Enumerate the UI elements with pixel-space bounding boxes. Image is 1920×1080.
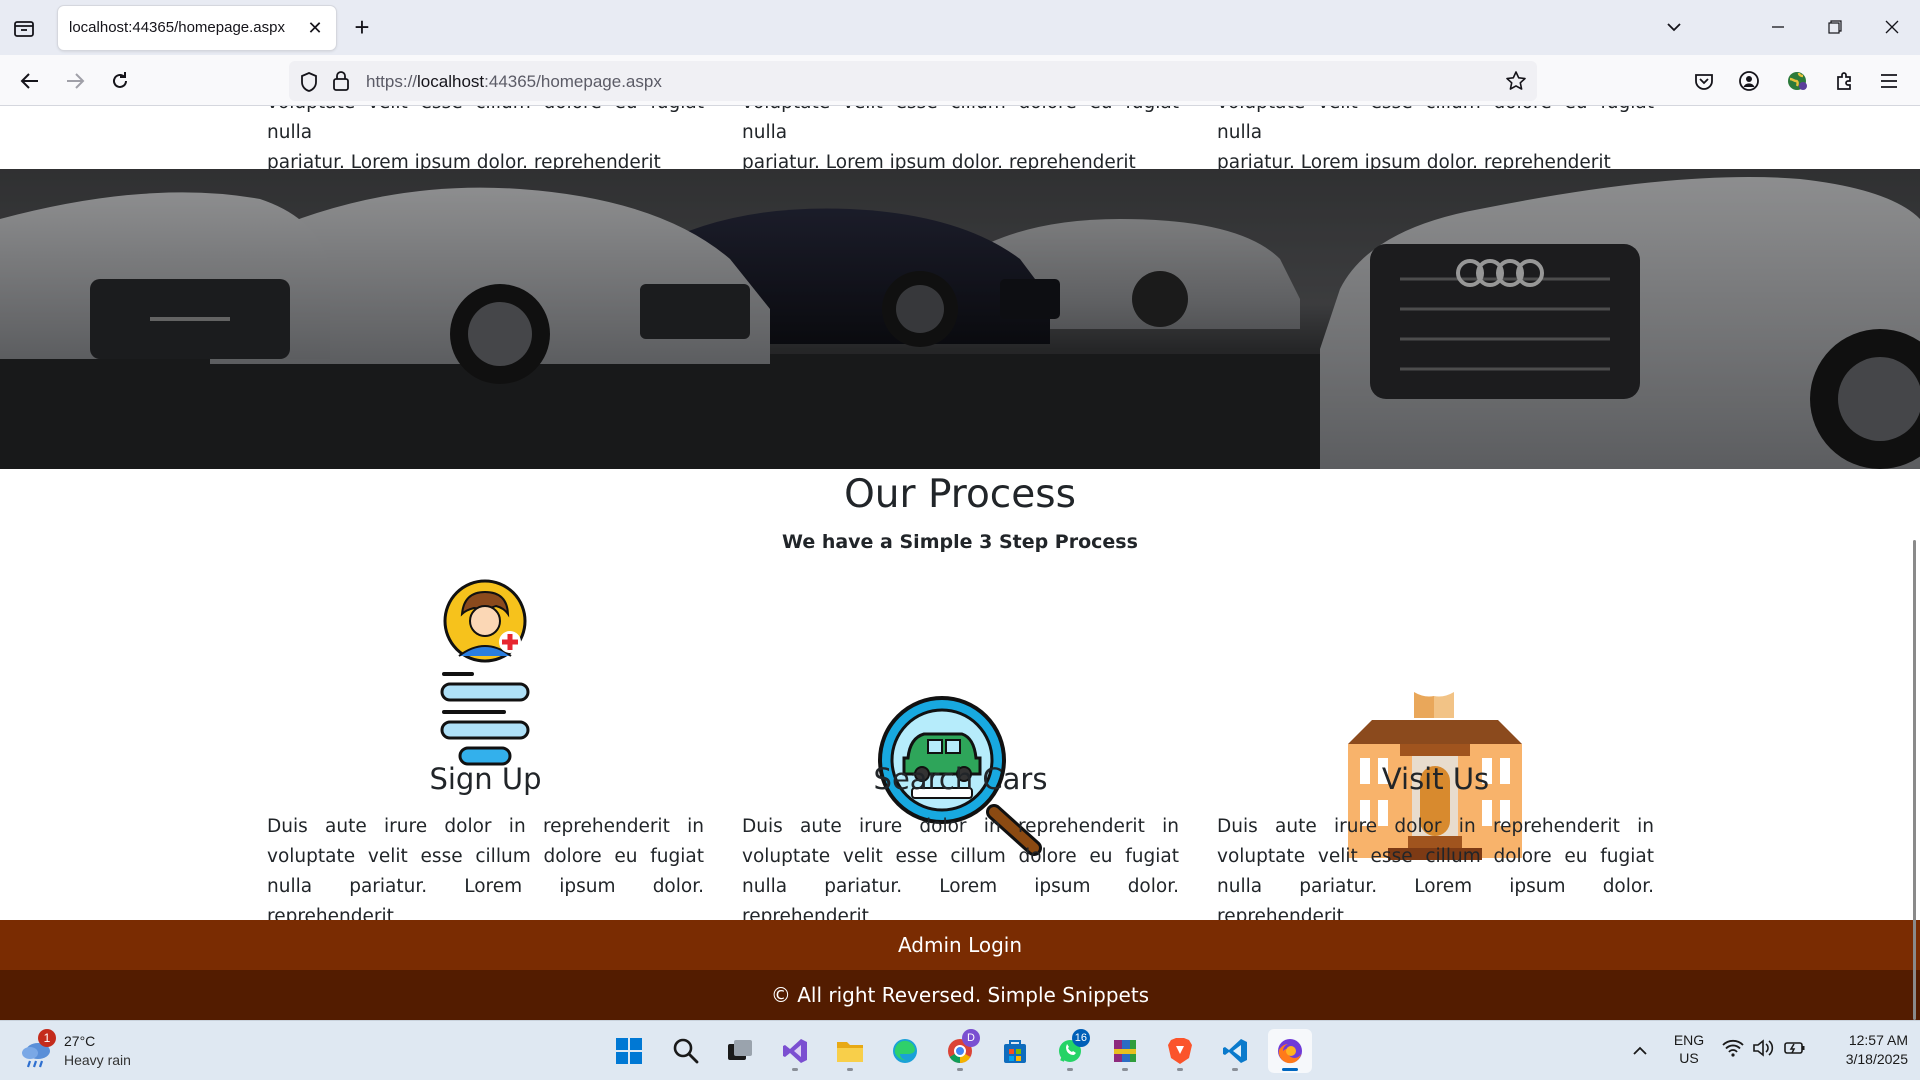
minimize-icon[interactable] (1758, 12, 1798, 42)
volume-icon[interactable] (1752, 1039, 1774, 1062)
pocket-icon[interactable] (1688, 65, 1720, 97)
account-icon[interactable] (1733, 65, 1765, 97)
tracking-shield-icon[interactable] (299, 71, 319, 98)
weather-alert-badge: 1 (38, 1029, 56, 1047)
clock[interactable]: 12:57 AM 3/18/2025 (1818, 1031, 1908, 1069)
cars-photo-image (0, 169, 1920, 469)
tab-list-icon[interactable] (10, 14, 38, 42)
top-column-2: voluptate velit esse cillum dolore eu fu… (742, 106, 1179, 178)
weather-description: Heavy rain (64, 1052, 131, 1068)
browser-tab-strip: localhost:44365/homepage.aspx ✕ + (0, 0, 1920, 55)
url-host: localhost (417, 72, 485, 91)
process-title: Our Process (844, 472, 1076, 517)
tab-title: localhost:44365/homepage.aspx (69, 19, 285, 36)
url-text[interactable]: https://localhost:44365/homepage.aspx (366, 72, 662, 92)
top-column-line: voluptate velit esse cillum dolore eu fu… (1217, 106, 1654, 143)
tab-overflow-chevron-icon[interactable] (1654, 12, 1694, 42)
url-rest: :44365/homepage.aspx (484, 72, 662, 91)
active-indicator (1282, 1068, 1298, 1071)
winrar-icon[interactable] (1103, 1029, 1147, 1073)
language-indicator[interactable]: ENG US (1666, 1031, 1712, 1067)
step-description: Duis aute irure dolor in reprehenderit i… (267, 816, 704, 927)
restore-icon[interactable] (1815, 12, 1855, 42)
task-view-icon[interactable] (718, 1029, 762, 1073)
running-indicator (847, 1068, 853, 1071)
back-arrow-icon[interactable] (14, 65, 46, 97)
admin-login-bar: Admin Login (0, 920, 1920, 970)
running-indicator (1067, 1068, 1073, 1071)
bookmark-star-icon[interactable] (1505, 70, 1527, 97)
step-title-signup: Sign Up (429, 762, 542, 796)
close-window-icon[interactable] (1872, 12, 1912, 42)
browser-nav-bar: https://localhost:44365/homepage.aspx (0, 55, 1920, 106)
signup-icon (432, 576, 538, 770)
visual-studio-icon[interactable] (773, 1029, 817, 1073)
show-hidden-icons-chevron[interactable] (1632, 1043, 1648, 1061)
address-bar[interactable]: https://localhost:44365/homepage.aspx (289, 61, 1537, 101)
clock-time: 12:57 AM (1848, 1032, 1908, 1048)
language-code: ENG (1673, 1032, 1705, 1048)
menu-hamburger-icon[interactable] (1873, 65, 1905, 97)
step-description: Duis aute irure dolor in reprehenderit i… (1217, 816, 1654, 927)
extensions-puzzle-icon[interactable] (1829, 65, 1861, 97)
brave-browser-icon[interactable] (1158, 1029, 1202, 1073)
clock-date: 3/18/2025 (1845, 1051, 1908, 1067)
active-tab[interactable]: localhost:44365/homepage.aspx ✕ (58, 6, 336, 50)
top-column-3: voluptate velit esse cillum dolore eu fu… (1217, 106, 1654, 178)
tab-close-icon[interactable]: ✕ (304, 17, 326, 39)
search-icon[interactable] (664, 1029, 708, 1073)
step-description: Duis aute irure dolor in reprehenderit i… (742, 816, 1179, 927)
forward-arrow-icon[interactable] (59, 65, 91, 97)
reload-icon[interactable] (104, 65, 136, 97)
top-column-line: voluptate velit esse cillum dolore eu fu… (267, 106, 704, 143)
page-scrollbar[interactable] (1913, 540, 1916, 1020)
top-column-line: voluptate velit esse cillum dolore eu fu… (742, 106, 1179, 143)
vscode-icon[interactable] (1213, 1029, 1257, 1073)
weather-temperature: 27°C (64, 1033, 96, 1049)
edge-browser-icon[interactable] (883, 1029, 927, 1073)
running-indicator (1122, 1068, 1128, 1071)
top-column-1: voluptate velit esse cillum dolore eu fu… (267, 106, 704, 178)
running-indicator (792, 1068, 798, 1071)
running-indicator (1232, 1068, 1238, 1071)
weather-widget[interactable]: 1 27°C Heavy rain (20, 1029, 180, 1073)
process-subtitle: We have a Simple 3 Step Process (782, 531, 1138, 553)
whatsapp-unread-badge: 16 (1071, 1029, 1090, 1047)
chrome-icon[interactable]: D (938, 1029, 982, 1073)
file-explorer-icon[interactable] (828, 1029, 872, 1073)
new-tab-icon[interactable]: + (348, 14, 376, 42)
step-title-visit-us: Visit Us (1381, 762, 1490, 796)
step-title-search-cars: Search Cars (873, 762, 1048, 796)
battery-charging-icon[interactable] (1784, 1040, 1806, 1061)
firefox-icon[interactable] (1268, 1029, 1312, 1073)
hero-cars-banner (0, 169, 1920, 469)
whatsapp-icon[interactable]: 16 (1048, 1029, 1092, 1073)
start-windows-icon[interactable] (607, 1029, 651, 1073)
web-page: voluptate velit esse cillum dolore eu fu… (0, 106, 1920, 1020)
chrome-profile-badge: D (962, 1029, 980, 1047)
running-indicator (957, 1068, 963, 1071)
windows-taskbar: 1 27°C Heavy rain D 16 ENG US 12:57 AM 3… (0, 1020, 1920, 1080)
language-region: US (1679, 1050, 1699, 1066)
lock-icon[interactable] (332, 70, 350, 97)
admin-login-link[interactable]: Admin Login (898, 933, 1022, 957)
url-prefix: https:// (366, 72, 418, 91)
microsoft-store-icon[interactable] (993, 1029, 1037, 1073)
footer-copyright: © All right Reversed. Simple Snippets (0, 970, 1920, 1020)
running-indicator (1177, 1068, 1183, 1071)
wifi-icon[interactable] (1722, 1039, 1744, 1062)
extension-globe-icon[interactable] (1781, 65, 1813, 97)
